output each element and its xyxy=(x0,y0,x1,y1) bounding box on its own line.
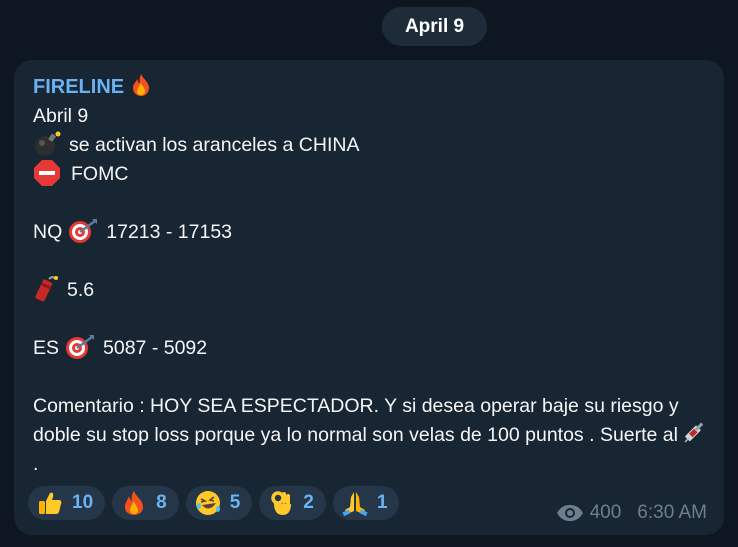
dynamite-icon xyxy=(33,274,59,302)
message-time: 6:30 AM xyxy=(637,502,707,523)
message-bubble[interactable]: FIRELINE Abril 9 se activan los arancele… xyxy=(14,60,724,535)
reaction-thumbs-up[interactable]: 10 xyxy=(28,486,106,520)
reaction-count: 8 xyxy=(156,492,167,513)
stop-sign-icon xyxy=(33,159,61,187)
fire-icon xyxy=(125,491,144,515)
reaction-count: 10 xyxy=(72,492,94,513)
syringe-icon xyxy=(682,421,708,445)
date-separator: April 9 xyxy=(382,7,487,46)
target-icon xyxy=(68,218,98,244)
reactions-bar: 10 8 5 2 1 xyxy=(28,486,400,520)
message-content: FIRELINE Abril 9 se activan los arancele… xyxy=(33,73,713,479)
fomc-text: FOMC xyxy=(71,163,129,185)
thumbs-up-icon xyxy=(39,492,62,514)
es-label: ES xyxy=(33,337,60,359)
comment-paragraph: Comentario : HOY SEA ESPECTADOR. Y si de… xyxy=(33,392,713,479)
laughing-face-icon xyxy=(195,491,220,515)
nq-range: 17213 - 17153 xyxy=(106,221,233,243)
target-icon xyxy=(65,334,95,360)
view-count: 400 xyxy=(589,502,622,523)
message-meta: 400 6:30 AM xyxy=(556,502,707,524)
date-line: Abril 9 xyxy=(33,105,89,127)
eye-icon xyxy=(556,505,583,521)
nq-line: NQ 17213 - 17153 xyxy=(33,218,713,247)
bomb-icon xyxy=(33,131,63,157)
es-line: ES 5087 - 5092 xyxy=(33,334,713,363)
reaction-ok-hand[interactable]: 2 xyxy=(259,486,326,520)
reaction-praying-hands[interactable]: 1 xyxy=(332,486,400,520)
author-line: FIRELINE xyxy=(33,73,713,102)
aranceles-line: se activan los aranceles a CHINA xyxy=(33,131,713,160)
reaction-count: 1 xyxy=(376,492,388,513)
nq-label: NQ xyxy=(33,221,63,243)
ok-hand-icon xyxy=(271,491,292,515)
date-separator-label: April 9 xyxy=(404,15,465,37)
author-name[interactable]: FIRELINE xyxy=(33,76,124,98)
comment-end: . xyxy=(33,453,39,475)
comment-text: Comentario : HOY SEA ESPECTADOR. Y si de… xyxy=(33,395,679,446)
dynamite-line: 5.6 xyxy=(33,274,713,305)
reaction-laughing[interactable]: 5 xyxy=(185,486,253,520)
dynamite-value: 5.6 xyxy=(67,279,95,301)
fire-icon xyxy=(130,73,152,97)
reaction-count: 2 xyxy=(303,492,314,513)
reaction-count: 5 xyxy=(229,492,241,513)
fomc-line: FOMC xyxy=(33,159,713,189)
aranceles-text: se activan los aranceles a CHINA xyxy=(69,134,360,156)
praying-hands-icon xyxy=(342,492,368,517)
reaction-fire[interactable]: 8 xyxy=(112,486,179,520)
es-range: 5087 - 5092 xyxy=(103,337,208,359)
